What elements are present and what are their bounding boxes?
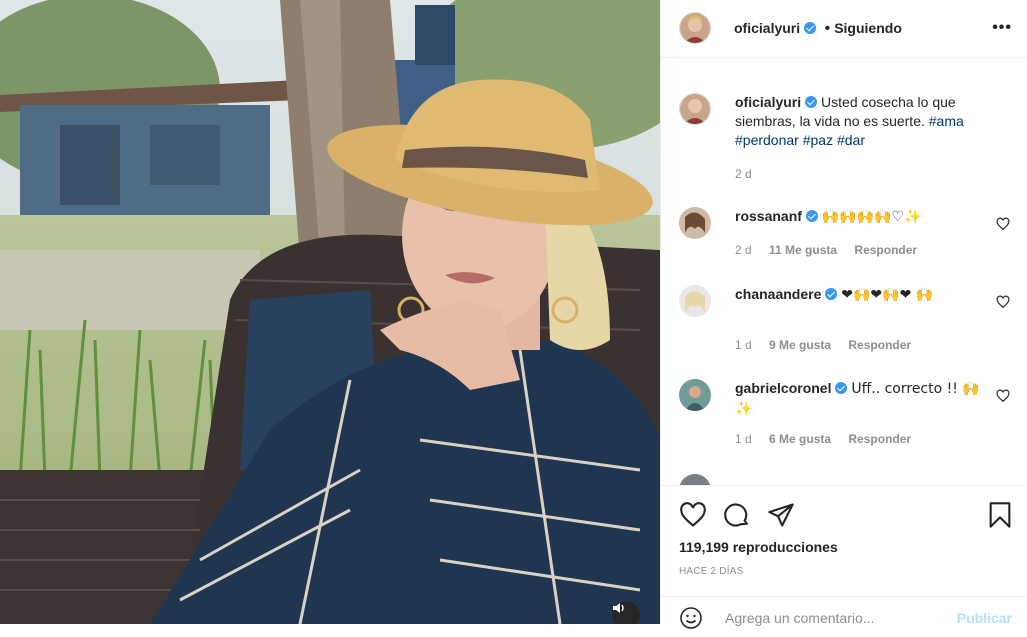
more-options-icon[interactable]: ••• [992, 20, 1012, 36]
commenter-username[interactable]: gabrielcoronel [735, 380, 831, 396]
verified-badge-icon [805, 96, 818, 108]
author-username[interactable]: oficialyuri [734, 20, 800, 36]
hashtag-link[interactable]: #paz [803, 132, 833, 148]
comment-text: ❤🙌❤🙌❤ 🙌 [841, 287, 934, 303]
commenter-username[interactable]: chanaandere [735, 286, 821, 302]
verified-badge-icon [825, 288, 838, 300]
sound-toggle-button[interactable] [612, 601, 640, 624]
reply-button[interactable]: Responder [854, 243, 917, 257]
separator-dot: • [824, 20, 831, 37]
caption-avatar[interactable] [679, 93, 711, 125]
heart-icon[interactable] [996, 295, 1010, 309]
hashtag-link[interactable]: #perdonar [735, 132, 799, 148]
comment-time: 1 d [735, 432, 752, 446]
add-comment-bar: Publicar [661, 596, 1027, 637]
post-header: oficialyuri • Siguiendo ••• [661, 0, 1027, 58]
speaker-icon [613, 603, 624, 613]
avatar-image [679, 474, 711, 485]
avatar-image [680, 94, 710, 124]
hashtag-link[interactable]: #ama [929, 113, 964, 129]
caption-username[interactable]: oficialyuri [735, 94, 801, 110]
avatar-image [679, 285, 711, 317]
avatar-image [680, 13, 710, 43]
comment-likes[interactable]: 6 Me gusta [769, 432, 831, 446]
comment-time: 2 d [735, 243, 752, 257]
reply-button[interactable]: Responder [848, 432, 911, 446]
comment-likes[interactable]: 11 Me gusta [769, 243, 837, 257]
comments-list[interactable]: oficialyuri Usted cosecha lo que siembra… [661, 59, 1027, 485]
commenter-username[interactable]: rossananf [735, 208, 802, 224]
hashtag-link[interactable]: #dar [837, 132, 865, 148]
comment-bubble-icon[interactable] [723, 501, 751, 529]
avatar-image [679, 379, 711, 411]
verified-badge-icon [804, 22, 817, 34]
verified-badge-icon [805, 210, 818, 222]
post-video[interactable] [0, 0, 660, 624]
heart-icon[interactable] [996, 217, 1010, 231]
avatar-image [679, 207, 711, 239]
author-avatar[interactable] [679, 12, 711, 44]
post-actions: 119,199 reproducciones HACE 2 DÍAS Publi… [661, 485, 1027, 629]
comment-input[interactable] [723, 609, 937, 627]
post-age: HACE 2 DÍAS [679, 566, 744, 577]
reply-button[interactable]: Responder [848, 338, 911, 352]
bookmark-icon[interactable] [987, 501, 1013, 529]
view-count[interactable]: 119,199 reproducciones [679, 539, 838, 555]
comment-likes[interactable]: 9 Me gusta [769, 338, 831, 352]
emoji-smiley-icon[interactable] [679, 606, 703, 630]
comment-text: 🙌🙌🙌🙌♡✨ [821, 209, 922, 225]
like-heart-icon[interactable] [679, 501, 707, 529]
post-details-panel: oficialyuri • Siguiendo ••• oficialyuri U… [660, 0, 1027, 629]
commenter-avatar[interactable] [679, 379, 711, 411]
comment-time: 1 d [735, 338, 752, 352]
commenter-avatar[interactable] [679, 474, 711, 485]
following-button[interactable]: Siguiendo [834, 20, 902, 36]
commenter-avatar[interactable] [679, 285, 711, 317]
verified-badge-icon [835, 382, 848, 394]
commenter-avatar[interactable] [679, 207, 711, 239]
share-paper-plane-icon[interactable] [767, 501, 795, 529]
video-frame [0, 0, 660, 624]
caption-time: 2 d [735, 167, 752, 181]
heart-icon[interactable] [996, 389, 1010, 403]
